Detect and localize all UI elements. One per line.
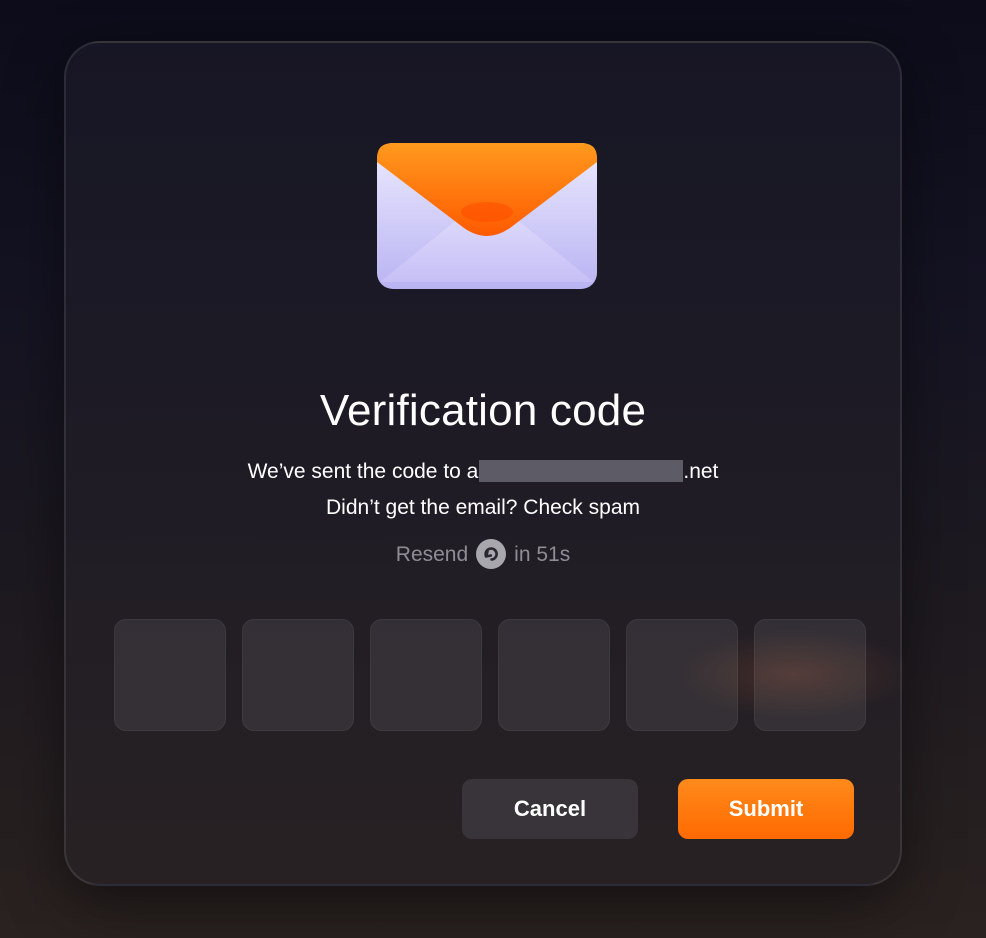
- sent-prefix: We’ve sent the code to a: [247, 460, 479, 483]
- sent-message: We’ve sent the code to a .net: [66, 460, 900, 484]
- code-input-5[interactable]: [626, 619, 738, 731]
- code-input-2[interactable]: [242, 619, 354, 731]
- spam-note: Didn’t get the email? Check spam: [326, 496, 640, 519]
- resend-countdown: in 51s: [514, 543, 571, 566]
- code-input-6[interactable]: [754, 619, 866, 731]
- page-title: Verification code: [319, 386, 647, 435]
- redacted-email: [479, 460, 684, 482]
- code-input-3[interactable]: [370, 619, 482, 731]
- resend-label: Resend: [395, 543, 469, 566]
- verification-dialog: Verification code We’ve sent the code to…: [64, 41, 914, 886]
- envelope-icon: [377, 143, 597, 289]
- submit-button[interactable]: Submit: [678, 779, 854, 839]
- code-input-4[interactable]: [498, 619, 610, 731]
- code-input-1[interactable]: [114, 619, 226, 731]
- resend-row: Resend in 51s: [66, 539, 900, 569]
- refresh-icon[interactable]: [476, 539, 507, 569]
- code-input-group: [114, 619, 914, 731]
- cancel-button[interactable]: Cancel: [462, 779, 638, 839]
- sent-suffix: .net: [683, 460, 719, 483]
